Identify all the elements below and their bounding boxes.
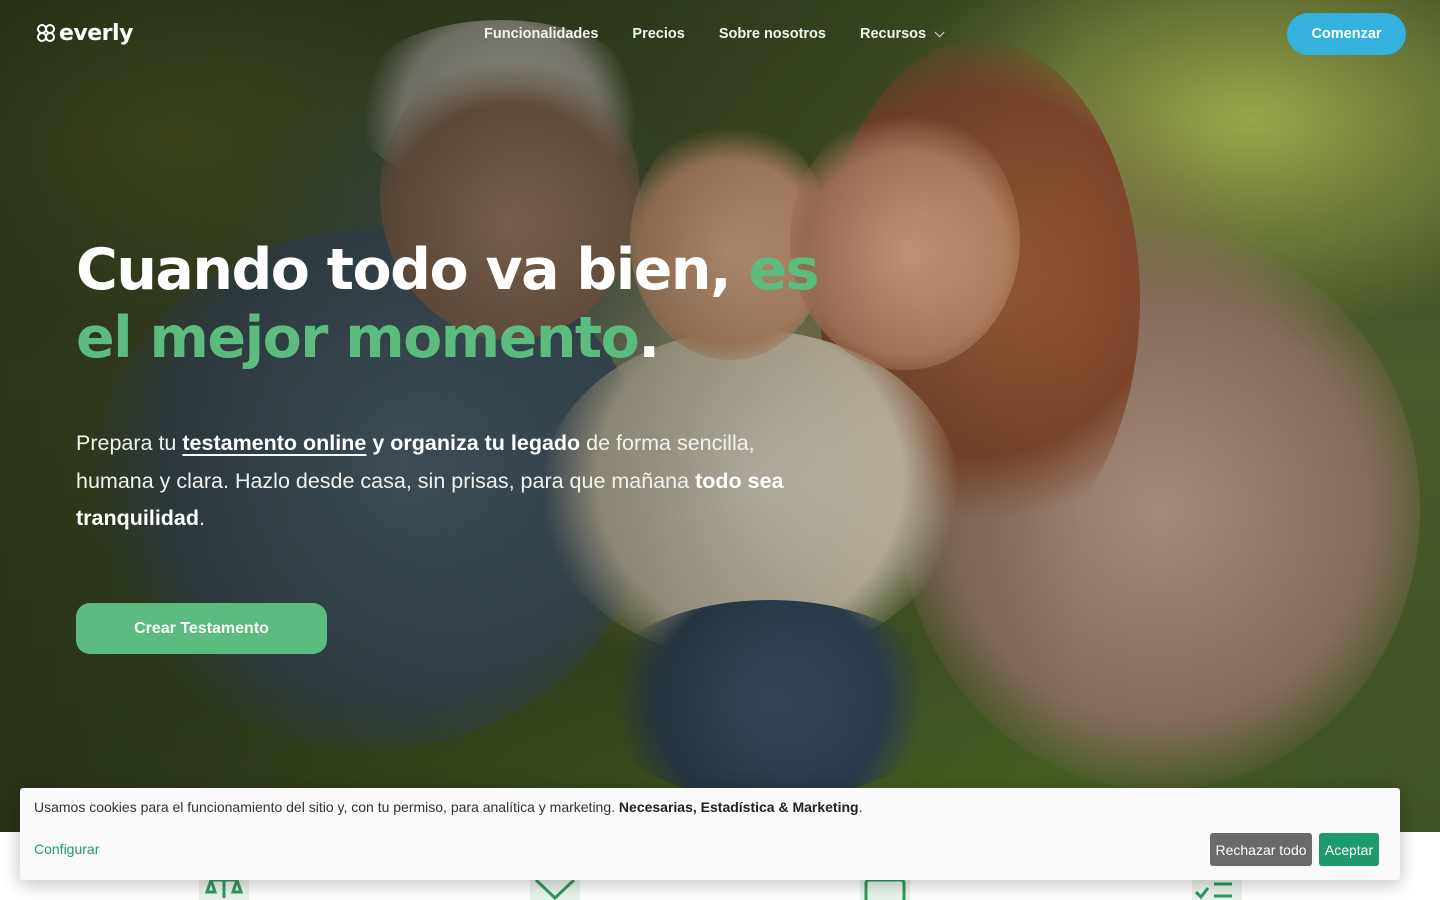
lead-bold: y organiza tu legado bbox=[366, 431, 581, 455]
nav-item-precios[interactable]: Precios bbox=[632, 22, 684, 46]
nav-label: Recursos bbox=[859, 26, 927, 42]
cookie-text-end: . bbox=[858, 799, 863, 815]
nav-label: Precios bbox=[632, 26, 685, 42]
cookie-banner: Usamos cookies para el funcionamiento de… bbox=[20, 788, 1400, 880]
crear-testamento-button[interactable]: Crear Testamento bbox=[76, 603, 327, 654]
nav-item-sobre-nosotros[interactable]: Sobre nosotros bbox=[719, 22, 826, 46]
mother-hair bbox=[820, 40, 1140, 560]
nav-item-funcionalidades[interactable]: Funcionalidades bbox=[484, 22, 598, 46]
testamento-online-link[interactable]: testamento online bbox=[182, 431, 366, 455]
everly-logo[interactable]: everly bbox=[37, 20, 133, 48]
logo-text: everly bbox=[59, 21, 133, 46]
lead-text: . bbox=[199, 506, 206, 530]
top-navigation: everly Funcionalidades Precios Sobre nos… bbox=[0, 0, 1440, 68]
hero-description: Prepara tu testamento online y organiza … bbox=[76, 425, 806, 538]
cookie-categories: Necesarias, Estadística & Marketing bbox=[618, 799, 859, 815]
child-jeans bbox=[590, 600, 950, 800]
cookie-message: Usamos cookies para el funcionamiento de… bbox=[34, 798, 862, 816]
main-menu: Funcionalidades Precios Sobre nosotros R… bbox=[484, 22, 945, 46]
nav-label: Funcionalidades bbox=[484, 26, 599, 42]
chevron-down-icon bbox=[934, 26, 945, 37]
hero-headline: Cuando todo va bien, es el mejor momento… bbox=[76, 236, 836, 372]
nav-label: Sobre nosotros bbox=[718, 26, 826, 42]
rechazar-todo-button[interactable]: Rechazar todo bbox=[1210, 833, 1312, 866]
cookie-text: Usamos cookies para el funcionamiento de… bbox=[34, 799, 619, 815]
headline-period: . bbox=[638, 305, 660, 371]
hero-background-image bbox=[0, 0, 1440, 832]
mother-figure bbox=[900, 230, 1420, 790]
aceptar-button[interactable]: Aceptar bbox=[1319, 833, 1379, 866]
lead-text: Prepara tu bbox=[76, 431, 183, 455]
configurar-link[interactable]: Configurar bbox=[34, 840, 99, 858]
logo-icon bbox=[37, 24, 57, 44]
comenzar-button[interactable]: Comenzar bbox=[1287, 13, 1406, 55]
nav-item-recursos[interactable]: Recursos bbox=[859, 22, 945, 46]
headline-white: Cuando todo va bien, bbox=[76, 237, 749, 303]
